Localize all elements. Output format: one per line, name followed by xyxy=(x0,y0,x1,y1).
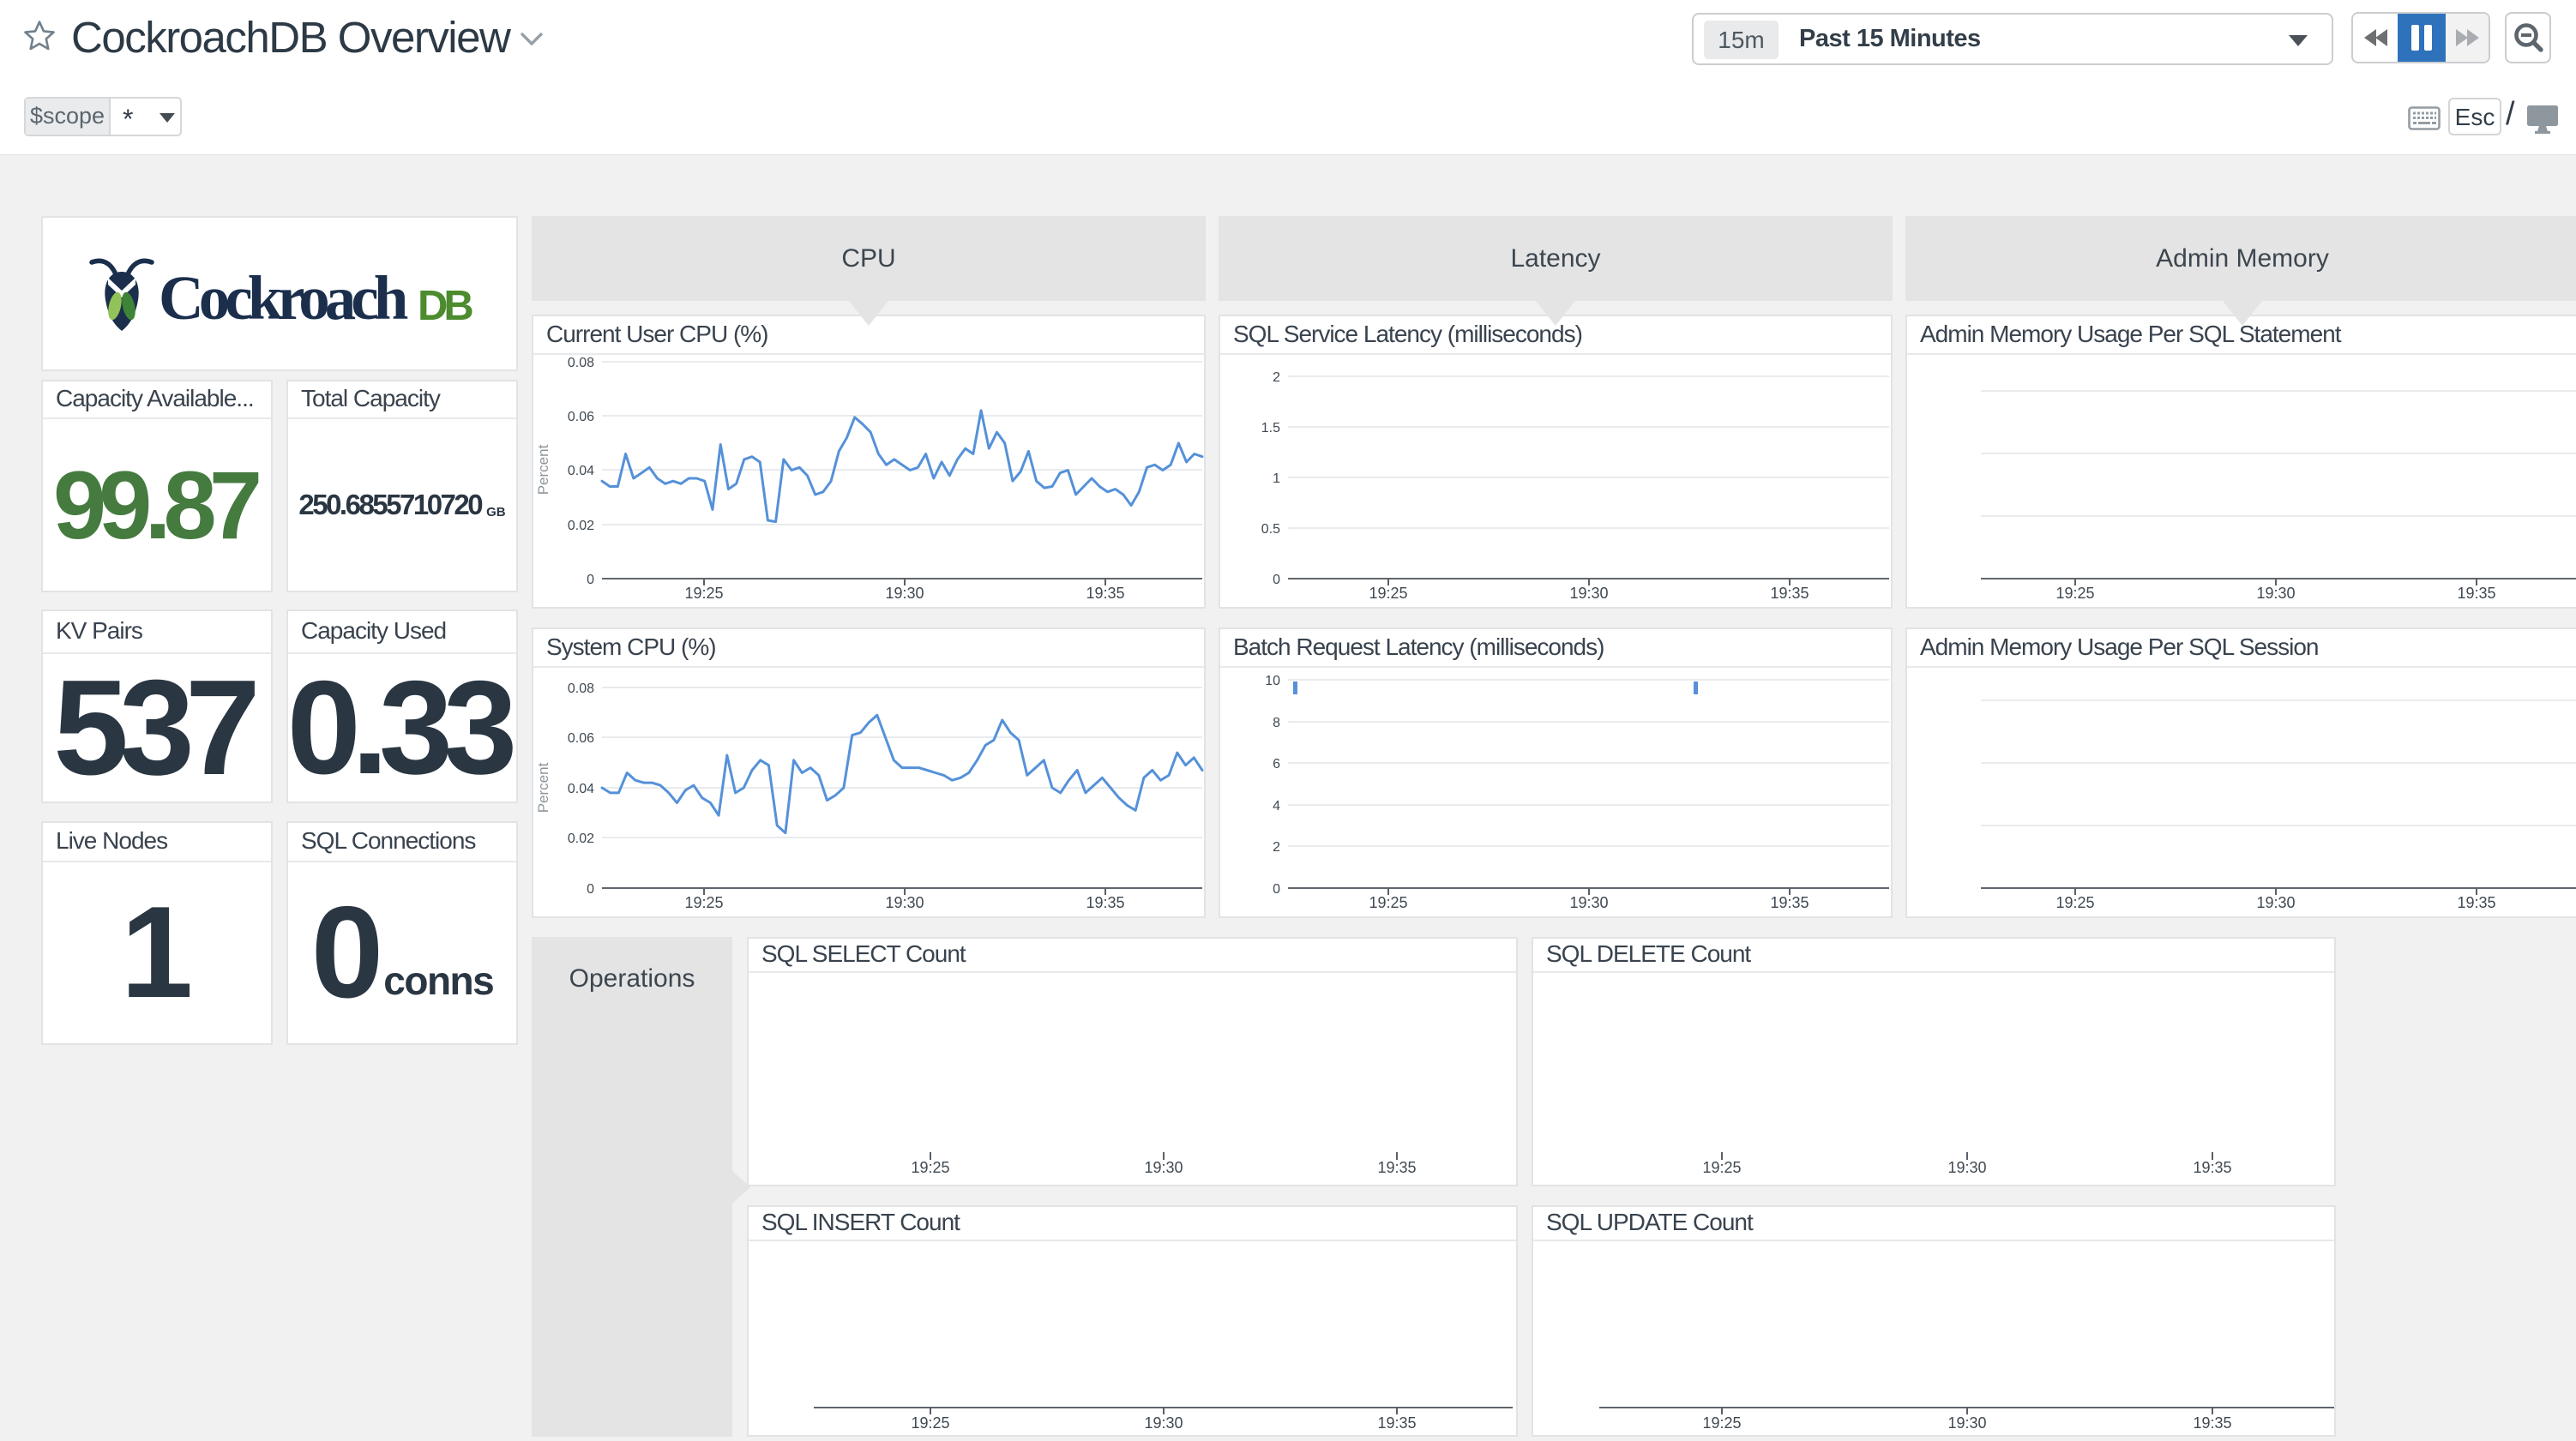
svg-text:0.08: 0.08 xyxy=(568,681,594,696)
svg-text:19:35: 19:35 xyxy=(2457,894,2495,911)
svg-text:Percent: Percent xyxy=(535,444,551,495)
svg-text:19:25: 19:25 xyxy=(911,1414,949,1432)
svg-text:19:25: 19:25 xyxy=(1369,585,1407,602)
svg-text:0.5: 0.5 xyxy=(1261,522,1280,537)
svg-text:19:25: 19:25 xyxy=(2055,585,2094,602)
svg-text:Cockroach: Cockroach xyxy=(159,263,408,333)
svg-text:19:35: 19:35 xyxy=(1770,585,1809,602)
svg-text:19:35: 19:35 xyxy=(2193,1414,2231,1432)
svg-text:0: 0 xyxy=(587,573,594,587)
svg-text:19:30: 19:30 xyxy=(2256,585,2295,602)
svg-text:19:35: 19:35 xyxy=(2193,1159,2231,1176)
svg-text:0.02: 0.02 xyxy=(568,519,594,533)
svg-text:2: 2 xyxy=(1273,840,1280,855)
svg-text:19:25: 19:25 xyxy=(684,585,723,602)
svg-text:0.08: 0.08 xyxy=(568,356,594,370)
svg-text:2: 2 xyxy=(1273,370,1280,385)
svg-text:0: 0 xyxy=(587,882,594,897)
svg-text:19:30: 19:30 xyxy=(2256,894,2295,911)
svg-text:19:35: 19:35 xyxy=(1377,1414,1416,1432)
svg-text:0: 0 xyxy=(1273,882,1280,897)
svg-text:Percent: Percent xyxy=(535,762,551,813)
svg-text:0.04: 0.04 xyxy=(568,464,594,478)
svg-text:19:25: 19:25 xyxy=(1702,1414,1741,1432)
svg-text:10: 10 xyxy=(1265,674,1280,688)
svg-text:4: 4 xyxy=(1273,799,1280,814)
svg-text:1: 1 xyxy=(1273,471,1280,486)
svg-text:19:25: 19:25 xyxy=(1702,1159,1741,1176)
svg-text:19:25: 19:25 xyxy=(2055,894,2094,911)
svg-text:19:25: 19:25 xyxy=(1369,894,1407,911)
svg-text:19:35: 19:35 xyxy=(1770,894,1809,911)
svg-text:0.04: 0.04 xyxy=(568,782,594,796)
svg-text:6: 6 xyxy=(1273,757,1280,772)
svg-text:19:25: 19:25 xyxy=(911,1159,949,1176)
svg-text:0: 0 xyxy=(1273,573,1280,587)
svg-text:19:35: 19:35 xyxy=(1086,894,1124,911)
svg-text:19:35: 19:35 xyxy=(1377,1159,1416,1176)
svg-text:19:35: 19:35 xyxy=(1086,585,1124,602)
svg-text:19:30: 19:30 xyxy=(1947,1414,1986,1432)
svg-text:19:35: 19:35 xyxy=(2457,585,2495,602)
svg-text:19:25: 19:25 xyxy=(684,894,723,911)
svg-text:8: 8 xyxy=(1273,716,1280,730)
svg-text:19:30: 19:30 xyxy=(1569,894,1608,911)
svg-text:19:30: 19:30 xyxy=(1144,1159,1183,1176)
svg-text:19:30: 19:30 xyxy=(885,585,924,602)
svg-text:19:30: 19:30 xyxy=(1144,1414,1183,1432)
svg-text:DB: DB xyxy=(418,283,472,329)
svg-text:0.02: 0.02 xyxy=(568,832,594,846)
svg-text:0.06: 0.06 xyxy=(568,731,594,746)
svg-text:0.06: 0.06 xyxy=(568,410,594,424)
svg-text:1.5: 1.5 xyxy=(1261,421,1280,435)
svg-text:19:30: 19:30 xyxy=(1947,1159,1986,1176)
svg-text:19:30: 19:30 xyxy=(885,894,924,911)
svg-text:19:30: 19:30 xyxy=(1569,585,1608,602)
